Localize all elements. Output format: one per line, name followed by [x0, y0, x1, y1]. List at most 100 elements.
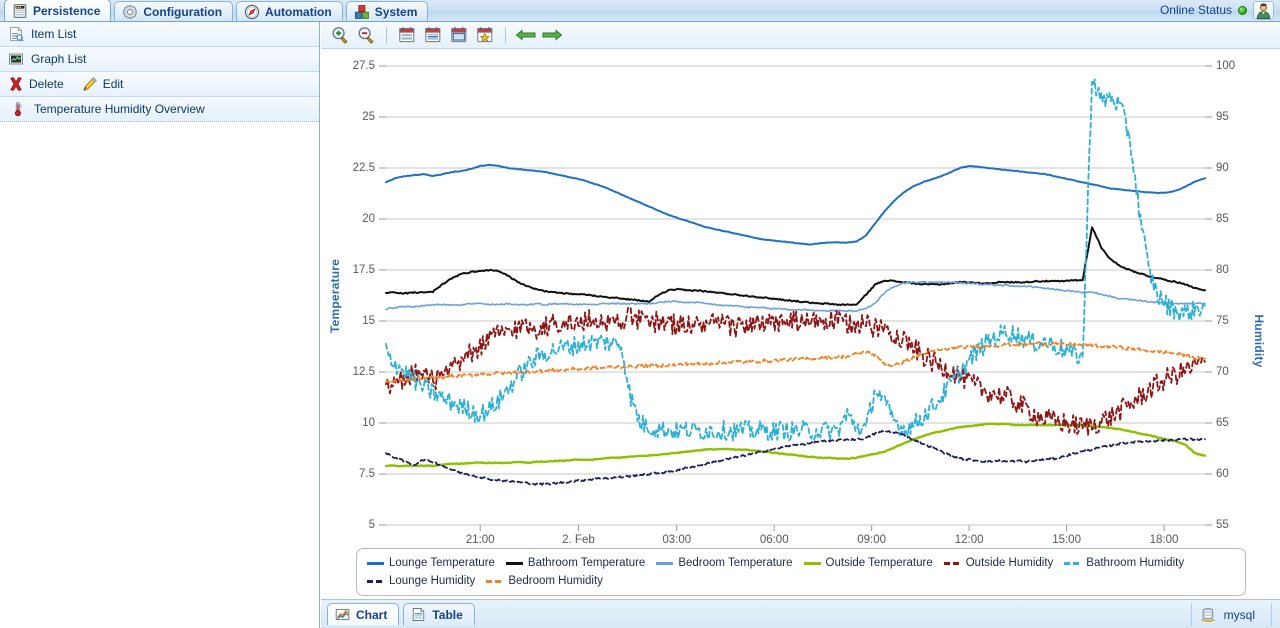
legend-swatch	[486, 579, 504, 583]
y-axis-tick-label: 5	[368, 519, 375, 531]
edit-button[interactable]: Edit	[82, 76, 134, 92]
application-window: Persistence Configuration Automation System…	[0, 0, 1280, 628]
blocks-icon	[354, 4, 370, 20]
arrow-left-icon[interactable]	[515, 24, 537, 46]
calendar-favourite-icon[interactable]	[474, 24, 496, 46]
y-axis-tick-label: 20	[362, 213, 375, 225]
legend-swatch	[367, 562, 384, 566]
legend-swatch	[656, 562, 674, 566]
calendar-month-icon[interactable]	[448, 24, 470, 46]
legend-swatch	[803, 562, 821, 566]
tab-label: System	[374, 4, 418, 19]
calendar-day-icon[interactable]	[396, 24, 418, 46]
legend-label: Bedroom Humidity	[508, 574, 603, 587]
y2-axis-tick-label: 75	[1216, 315, 1229, 327]
legend-item[interactable]: Outside Temperature	[803, 555, 933, 572]
sidebar-empty-area	[0, 122, 319, 588]
y2-axis-tick-label: 65	[1216, 417, 1229, 429]
legend-label: Lounge Temperature	[389, 557, 495, 570]
tab-table[interactable]: Table	[403, 603, 475, 625]
x-axis-tick-label: 18:00	[1149, 534, 1179, 546]
legend-item[interactable]: Bathroom Humidity	[1064, 555, 1184, 572]
y2-axis-tick-label: 90	[1216, 162, 1229, 174]
x-axis-tick-label: 12:00	[954, 534, 984, 546]
chart-canvas[interactable]: 5 7.5 10 12.5 15 17.5 20 22.5 25 27.5 55 60 65 70 75 80…	[321, 49, 1280, 611]
series-line	[385, 429, 1206, 486]
zoom-out-icon[interactable]	[355, 24, 377, 46]
sidebar-action-toolbar: Delete Edit	[0, 72, 319, 97]
gear-icon	[122, 4, 138, 20]
tab-chart-label: Chart	[356, 607, 388, 622]
legend-item[interactable]: Bathroom Temperature	[505, 555, 646, 572]
series-line	[385, 163, 1206, 246]
legend-swatch	[367, 579, 384, 583]
arrow-right-icon[interactable]	[541, 24, 563, 46]
tab-persistence[interactable]: Persistence	[4, 0, 112, 21]
toolbar-separator	[386, 27, 387, 43]
y-axis-tick-label: 10	[362, 417, 375, 429]
y2-axis-tick-label: 80	[1216, 264, 1229, 276]
delete-button[interactable]: Delete	[8, 76, 74, 92]
y2-axis-tick-label: 60	[1216, 468, 1229, 480]
tab-automation[interactable]: Automation	[236, 1, 343, 21]
x-axis-tick-label: 21:00	[465, 534, 495, 546]
legend-label: Bathroom Temperature	[527, 557, 646, 570]
y-axis-title: Temperature	[328, 258, 342, 333]
thermometer-icon	[10, 101, 26, 117]
toolbar-separator	[505, 27, 506, 43]
user-avatar-icon[interactable]	[1253, 0, 1274, 20]
x-axis-tick-label: 06:00	[759, 534, 789, 546]
left-panel: Item List Graph List Delete Edit Tempera…	[0, 22, 320, 628]
legend-label: Bedroom Temperature	[678, 557, 793, 570]
legend-label: Lounge Humidity	[389, 574, 476, 587]
legend-item[interactable]: Bedroom Humidity	[486, 573, 603, 590]
delete-label: Delete	[29, 77, 64, 91]
sidebar-item-temperature-humidity-overview[interactable]: Temperature Humidity Overview	[0, 97, 319, 122]
tab-chart[interactable]: Chart	[327, 603, 400, 625]
tab-system[interactable]: System	[345, 1, 429, 21]
legend-item[interactable]: Bedroom Temperature	[656, 555, 793, 572]
delete-icon	[8, 76, 24, 92]
tab-label: Automation	[265, 4, 332, 19]
legend-label: Outside Temperature	[825, 557, 933, 570]
sidebar-item-label: Graph List	[31, 52, 87, 66]
zoom-in-icon[interactable]	[329, 24, 351, 46]
edit-label: Edit	[102, 77, 124, 91]
series-line	[385, 78, 1206, 442]
main-tab-bar: Persistence Configuration Automation System…	[0, 0, 1280, 22]
calendar-week-icon[interactable]	[422, 24, 444, 46]
online-status-area: Online Status	[1160, 0, 1280, 21]
tab-configuration[interactable]: Configuration	[114, 1, 234, 21]
item-list-icon	[8, 26, 24, 42]
y-axis-tick-label: 22.5	[352, 162, 375, 174]
online-status-label: Online Status	[1159, 3, 1232, 17]
legend-swatch	[505, 562, 523, 566]
legend-item[interactable]: Lounge Temperature	[367, 555, 495, 572]
graph-list-icon	[8, 51, 24, 67]
legend-label: Bathroom Humidity	[1086, 557, 1185, 570]
legend-item[interactable]: Lounge Humidity	[367, 573, 475, 590]
legend-label: Outside Humidity	[965, 557, 1054, 570]
database-icon	[1200, 607, 1216, 623]
y2-axis-tick-label: 100	[1216, 60, 1236, 72]
y2-axis-tick-label: 95	[1216, 111, 1229, 123]
chart-toolbar	[321, 22, 1280, 49]
chart-panel: 5 7.5 10 12.5 15 17.5 20 22.5 25 27.5 55 60 65 70 75 80…	[321, 22, 1280, 628]
x-axis-tick-label: 15:00	[1052, 534, 1081, 546]
y-axis-tick-label: 12.5	[352, 366, 375, 378]
sidebar-tree-label: Temperature Humidity Overview	[34, 102, 205, 116]
tab-label: Configuration	[143, 4, 223, 19]
table-icon	[411, 607, 427, 623]
legend-item[interactable]: Outside Humidity	[943, 555, 1054, 572]
series-line	[385, 280, 1206, 313]
y2-axis-title: Humidity	[1252, 314, 1266, 367]
sidebar-item-label: Item List	[31, 27, 77, 41]
main-tabs: Persistence Configuration Automation System	[0, 0, 431, 21]
x-axis-tick-label: 2. Feb	[562, 534, 595, 546]
y2-axis-tick-label: 55	[1216, 519, 1229, 531]
sidebar-item-graph-list[interactable]: Graph List	[0, 47, 319, 72]
sidebar-item-item-list[interactable]: Item List	[0, 22, 319, 47]
edit-pencil-icon	[82, 76, 98, 92]
x-axis-tick-label: 09:00	[857, 534, 887, 546]
chart-legend: Lounge Temperature Bathroom Temperature Be…	[356, 548, 1246, 596]
